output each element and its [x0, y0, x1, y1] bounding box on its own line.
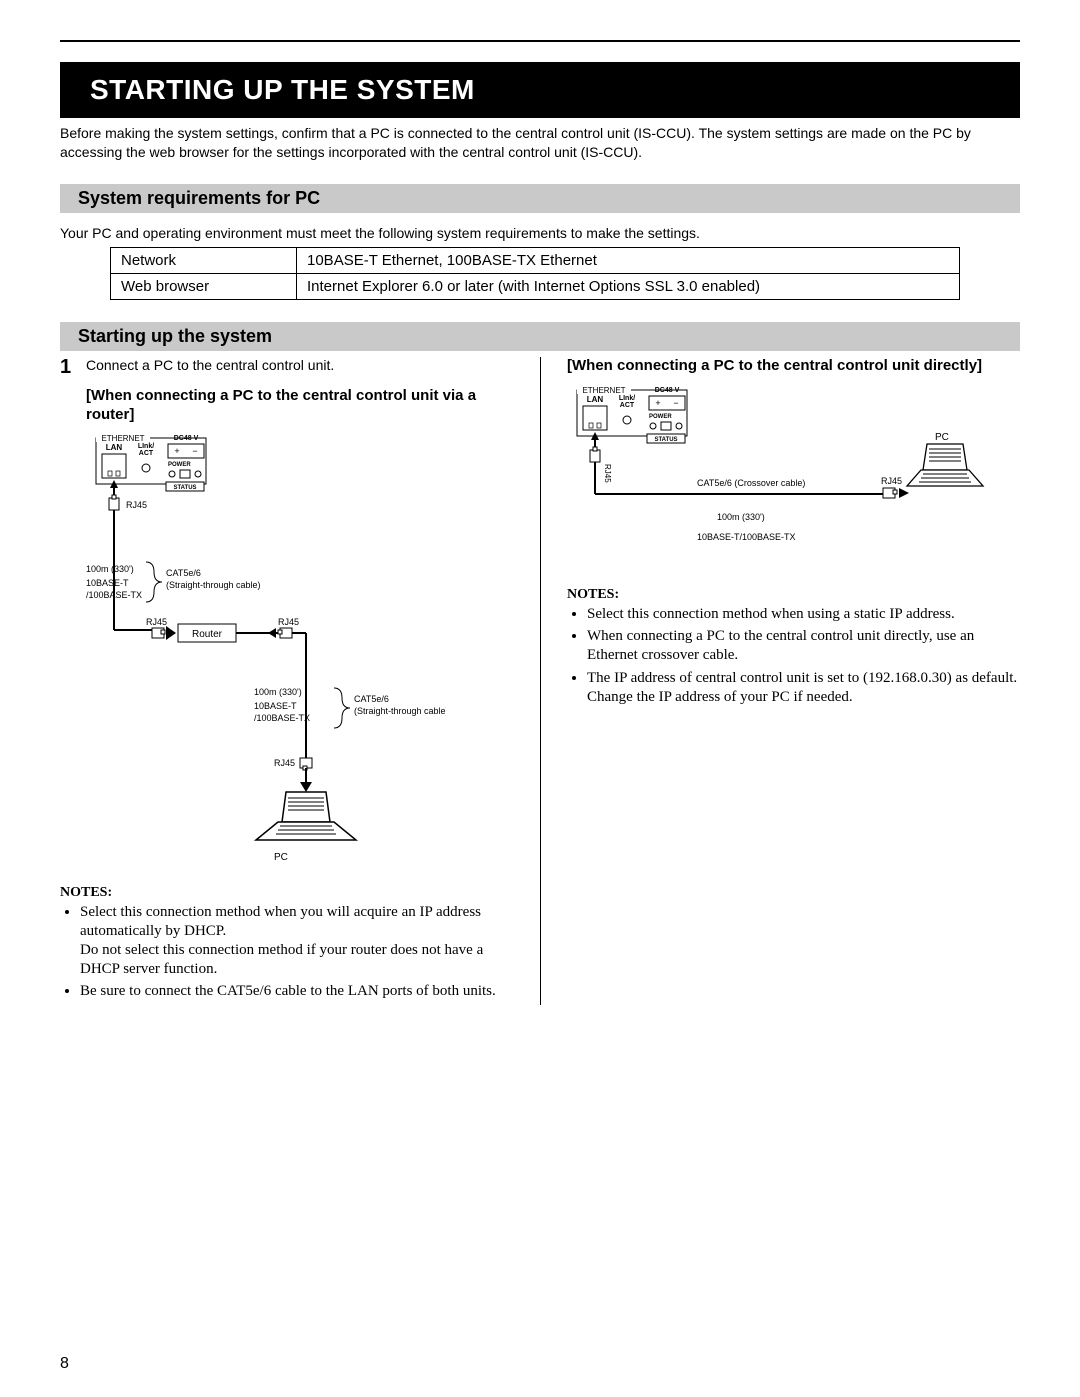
list-item: Be sure to connect the CAT5e/6 cable to … — [80, 982, 522, 1001]
svg-text:10BASE-T/100BASE-TX: 10BASE-T/100BASE-TX — [697, 532, 796, 542]
intro-paragraph: Before making the system settings, confi… — [60, 124, 1020, 162]
list-item: The IP address of central control unit i… — [587, 669, 1020, 707]
svg-text:PC: PC — [274, 852, 288, 863]
svg-text:DC48 V: DC48 V — [174, 435, 199, 442]
list-item: When connecting a PC to the central cont… — [587, 627, 1020, 665]
svg-text:(Straight-through cable): (Straight-through cable) — [166, 580, 261, 590]
svg-text:RJ45: RJ45 — [278, 617, 299, 627]
svg-text:RJ45: RJ45 — [603, 464, 612, 483]
svg-text:ETHERNET: ETHERNET — [101, 434, 144, 443]
svg-text:−: − — [673, 398, 678, 408]
svg-text:100m (330'): 100m (330') — [254, 687, 302, 697]
requirements-table: Network 10BASE-T Ethernet, 100BASE-TX Et… — [110, 247, 960, 300]
svg-text:RJ45: RJ45 — [881, 476, 902, 486]
svg-text:ACT: ACT — [620, 402, 635, 409]
svg-text:+: + — [655, 398, 660, 408]
svg-text:PC: PC — [935, 432, 949, 443]
svg-text:RJ45: RJ45 — [274, 758, 295, 768]
svg-text:POWER: POWER — [168, 462, 191, 468]
notes-heading: NOTES: — [567, 587, 1020, 603]
svg-text:10BASE-T: 10BASE-T — [86, 578, 129, 588]
svg-text:100m (330'): 100m (330') — [86, 564, 134, 574]
svg-text:ACT: ACT — [139, 450, 154, 457]
diagram-direct: ETHERNET LAN LInk/ ACT DC48 V + − POWER — [567, 382, 1020, 575]
table-row: Web browser Internet Explorer 6.0 or lat… — [111, 273, 960, 299]
req-value: 10BASE-T Ethernet, 100BASE-TX Ethernet — [297, 247, 960, 273]
svg-text:DC48 V: DC48 V — [655, 387, 680, 394]
svg-text:LInk/: LInk/ — [619, 395, 635, 402]
case-heading-router: [When connecting a PC to the central con… — [86, 387, 522, 425]
svg-text:CAT5e/6: CAT5e/6 — [354, 694, 389, 704]
page-title: STARTING UP THE SYSTEM — [60, 62, 1020, 118]
req-label: Web browser — [111, 273, 297, 299]
svg-text:ETHERNET: ETHERNET — [582, 386, 625, 395]
svg-text:LAN: LAN — [587, 395, 604, 404]
svg-text:−: − — [192, 446, 197, 456]
notes-list-direct: Select this connection method when using… — [567, 605, 1020, 707]
svg-text:Router: Router — [192, 629, 223, 640]
svg-text:+: + — [174, 446, 179, 456]
case-heading-direct: [When connecting a PC to the central con… — [567, 357, 1020, 376]
svg-text:STATUS: STATUS — [173, 485, 196, 491]
svg-text:STATUS: STATUS — [654, 437, 677, 443]
list-item: Select this connection method when using… — [587, 605, 1020, 624]
diagram-router: ETHERNET LAN LInk/ ACT DC48 V + − POWE — [86, 430, 522, 873]
svg-text:POWER: POWER — [649, 414, 672, 420]
requirements-caption: Your PC and operating environment must m… — [60, 225, 1020, 241]
table-row: Network 10BASE-T Ethernet, 100BASE-TX Et… — [111, 247, 960, 273]
page-number: 8 — [60, 1355, 69, 1373]
svg-text:RJ45: RJ45 — [146, 617, 167, 627]
section-heading-startup: Starting up the system — [60, 322, 1020, 351]
svg-text:/100BASE-TX: /100BASE-TX — [254, 713, 310, 723]
step-text: Connect a PC to the central control unit… — [86, 357, 334, 373]
svg-text:RJ45: RJ45 — [126, 500, 147, 510]
notes-list-router: Select this connection method when you w… — [60, 903, 522, 1001]
svg-text:10BASE-T: 10BASE-T — [254, 701, 297, 711]
svg-text:CAT5e/6: CAT5e/6 — [166, 568, 201, 578]
step-number: 1 — [60, 357, 80, 377]
notes-heading: NOTES: — [60, 885, 522, 901]
list-item: Select this connection method when you w… — [80, 903, 522, 978]
section-heading-requirements: System requirements for PC — [60, 184, 1020, 213]
svg-text:100m (330'): 100m (330') — [717, 512, 765, 522]
svg-text:LAN: LAN — [106, 443, 123, 452]
svg-text:LInk/: LInk/ — [138, 443, 154, 450]
svg-text:(Straight-through cable): (Straight-through cable) — [354, 706, 446, 716]
req-value: Internet Explorer 6.0 or later (with Int… — [297, 273, 960, 299]
svg-text:/100BASE-TX: /100BASE-TX — [86, 590, 142, 600]
req-label: Network — [111, 247, 297, 273]
svg-text:CAT5e/6 (Crossover cable): CAT5e/6 (Crossover cable) — [697, 478, 805, 488]
